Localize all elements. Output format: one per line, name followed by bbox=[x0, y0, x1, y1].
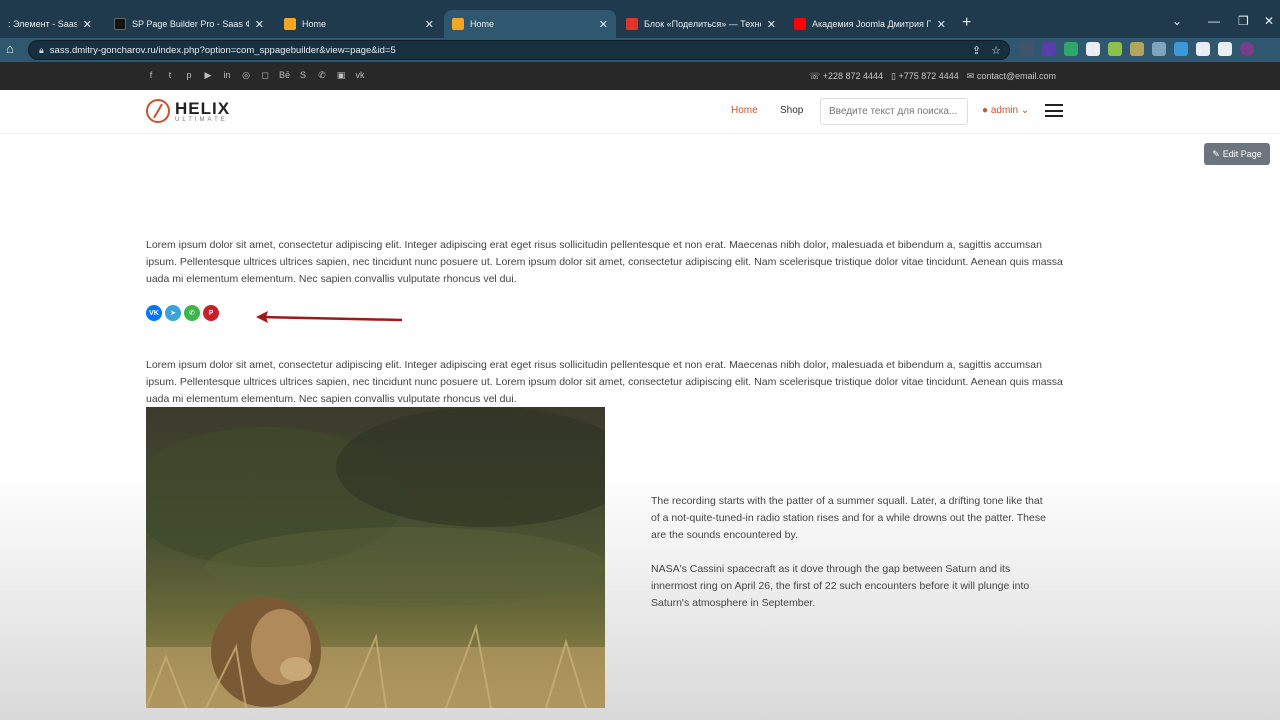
youtube-icon[interactable]: ▶ bbox=[203, 70, 213, 81]
user-menu[interactable]: ● admin ⌄ bbox=[982, 105, 1029, 116]
whatsapp-icon[interactable]: ✆ bbox=[317, 70, 327, 81]
phone-2[interactable]: ▯ +775 872 4444 bbox=[891, 71, 959, 82]
joomla-icon bbox=[284, 18, 296, 30]
vk-share-button[interactable]: VK bbox=[146, 305, 162, 321]
close-window-icon[interactable]: ✕ bbox=[1264, 14, 1274, 28]
bookmark-star-icon[interactable]: ☆ bbox=[991, 44, 1001, 57]
email-link[interactable]: ✉ contact@email.com bbox=[967, 71, 1056, 82]
side-paragraph-2: NASA's Cassini spacecraft as it dove thr… bbox=[651, 563, 1030, 609]
new-tab-icon[interactable]: + bbox=[962, 14, 971, 32]
joomla-icon bbox=[452, 18, 464, 30]
extension-icon[interactable] bbox=[1152, 42, 1166, 56]
browser-tab-6[interactable]: Академия Joomla Дмитрия Гон ✕ bbox=[786, 10, 954, 38]
extension-icon[interactable] bbox=[1130, 42, 1144, 56]
dribbble-icon[interactable]: ◎ bbox=[241, 70, 251, 81]
side-paragraph-1: The recording starts with the patter of … bbox=[651, 495, 1046, 541]
facebook-icon[interactable]: f bbox=[146, 70, 156, 81]
paragraph-2: Lorem ipsum dolor sit amet, consectetur … bbox=[146, 359, 1063, 405]
extension-icon[interactable] bbox=[1174, 42, 1188, 56]
yandex-icon bbox=[626, 18, 638, 30]
close-tab-icon[interactable]: ✕ bbox=[255, 18, 264, 31]
chevron-down-icon[interactable]: ⌄ bbox=[1172, 14, 1182, 28]
telegram-share-button[interactable]: ➤ bbox=[165, 305, 181, 321]
minimize-icon[interactable]: — bbox=[1208, 14, 1220, 28]
paragraph-1: Lorem ipsum dolor sit amet, consectetur … bbox=[146, 239, 1063, 285]
site-topbar: f t p ▶ in ◎ ◻ Bē S ✆ ▣ vk ☏ +228 872 44… bbox=[0, 62, 1280, 90]
browser-tab-3[interactable]: Home ✕ bbox=[276, 10, 442, 38]
youtube-icon bbox=[794, 18, 806, 30]
sidebar-icon[interactable] bbox=[1218, 42, 1232, 56]
extension-icon[interactable] bbox=[1086, 42, 1100, 56]
whatsapp-share-button[interactable]: ✆ bbox=[184, 305, 200, 321]
contact-info: ☏ +228 872 4444 ▯ +775 872 4444 ✉ contac… bbox=[809, 71, 1056, 82]
browser-tab-strip: : Элемент - Saas Фра ✕ SP Page Builder P… bbox=[0, 0, 1280, 38]
lock-icon: 🔒︎ bbox=[39, 44, 44, 55]
linkedin-icon[interactable]: in bbox=[222, 70, 232, 81]
nav-item-shop[interactable]: Shop bbox=[780, 105, 803, 116]
close-tab-icon[interactable]: ✕ bbox=[937, 18, 946, 31]
extension-icon[interactable] bbox=[1108, 42, 1122, 56]
social-share-block: VK ➤ ✆ P bbox=[146, 305, 219, 321]
extensions-bar bbox=[1020, 42, 1254, 56]
site-header: HELIX ULTIMATE Home Shop ● admin ⌄ bbox=[0, 90, 1280, 134]
close-tab-icon[interactable]: ✕ bbox=[767, 18, 776, 31]
home-icon[interactable]: ⌂ bbox=[6, 41, 14, 56]
flickr-icon[interactable]: ▣ bbox=[336, 70, 346, 81]
chevron-down-icon: ⌄ bbox=[1020, 105, 1030, 116]
search-input[interactable] bbox=[820, 98, 968, 125]
close-tab-icon[interactable]: ✕ bbox=[599, 18, 608, 31]
instagram-icon[interactable]: ◻ bbox=[260, 70, 270, 81]
site-logo[interactable]: HELIX ULTIMATE bbox=[146, 99, 230, 123]
logo-mark-icon bbox=[146, 99, 170, 123]
extension-icon[interactable] bbox=[1064, 42, 1078, 56]
puzzle-icon[interactable] bbox=[1196, 42, 1210, 56]
share-icon[interactable]: ⇪ bbox=[972, 44, 981, 57]
lion-photo bbox=[146, 407, 605, 708]
nav-item-home[interactable]: Home bbox=[731, 105, 758, 116]
twitter-icon[interactable]: t bbox=[165, 70, 175, 81]
url-input[interactable]: 🔒︎ sass.dmitry-goncharov.ru/index.php?op… bbox=[28, 40, 1010, 60]
browser-tab-2[interactable]: SP Page Builder Pro - Saas Фрай ✕ bbox=[106, 10, 272, 38]
edit-page-button[interactable]: ✎ Edit Page bbox=[1204, 143, 1270, 165]
pinterest-share-button[interactable]: P bbox=[203, 305, 219, 321]
profile-avatar[interactable] bbox=[1240, 42, 1254, 56]
pinterest-icon[interactable]: p bbox=[184, 70, 194, 81]
extension-icon[interactable] bbox=[1020, 42, 1034, 56]
browser-tab-1[interactable]: : Элемент - Saas Фра ✕ bbox=[0, 10, 100, 38]
annotation-arrow-icon bbox=[256, 311, 403, 323]
behance-icon[interactable]: Bē bbox=[279, 70, 290, 81]
social-links: f t p ▶ in ◎ ◻ Bē S ✆ ▣ vk bbox=[146, 70, 365, 81]
extension-icon[interactable] bbox=[1042, 42, 1056, 56]
user-icon: ● bbox=[982, 105, 989, 116]
browser-tab-5[interactable]: Блок «Поделиться» — Техноло ✕ bbox=[618, 10, 784, 38]
close-tab-icon[interactable]: ✕ bbox=[425, 18, 434, 31]
skype-icon[interactable]: S bbox=[298, 70, 308, 81]
edit-icon: ✎ bbox=[1212, 148, 1220, 159]
vk-icon[interactable]: vk bbox=[355, 70, 365, 81]
browser-tab-4-active[interactable]: Home ✕ bbox=[444, 10, 616, 38]
sp-page-builder-icon bbox=[114, 18, 126, 30]
hamburger-menu-icon[interactable] bbox=[1045, 104, 1063, 117]
phone-1[interactable]: ☏ +228 872 4444 bbox=[809, 71, 883, 82]
restore-icon[interactable]: ❐ bbox=[1238, 14, 1249, 28]
close-tab-icon[interactable]: ✕ bbox=[83, 18, 92, 31]
